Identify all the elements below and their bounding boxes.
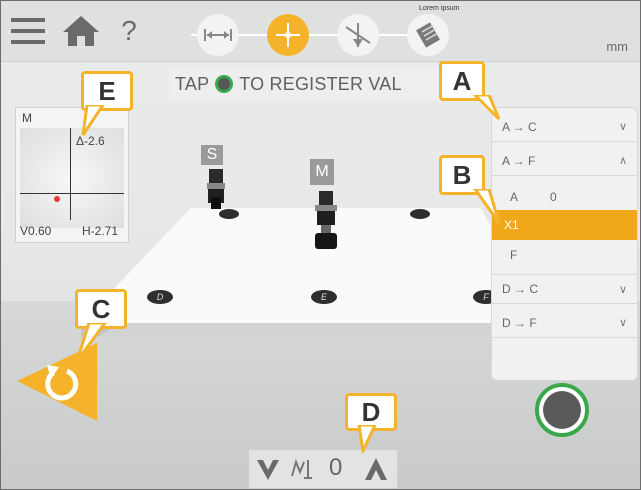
stepper-value: 0 [329, 454, 343, 481]
panel-row-label: D → F [502, 315, 537, 330]
panel-row-d-f[interactable]: D → F ∨ [492, 308, 637, 338]
panel-subrow-x1[interactable]: X1 [492, 210, 637, 240]
minimap-horizontal-axis [20, 193, 124, 194]
callout-e-pointer [81, 105, 105, 136]
disc-e: E [311, 290, 337, 304]
disc-back-left [219, 209, 239, 219]
increase-arrow-icon[interactable] [365, 458, 387, 480]
callout-a-pointer [472, 95, 501, 121]
panel-row-d-c[interactable]: D → C ∨ [492, 274, 637, 304]
panel-row-a-f[interactable]: A → F ∧ [492, 146, 637, 176]
callout-b-pointer [473, 189, 501, 224]
panel-subrow-a[interactable]: A 0 [492, 182, 637, 212]
minimap-label: M [22, 111, 32, 125]
minimap-plot [20, 128, 124, 228]
register-dot-icon [215, 75, 234, 93]
banner-prefix: TAP [175, 73, 210, 94]
sensor-m [315, 191, 337, 249]
decrease-arrow-icon[interactable] [257, 460, 279, 480]
minimap-position-dot [54, 196, 60, 202]
chevron-down-icon: ∨ [618, 121, 627, 133]
chevron-up-icon: ∧ [618, 155, 627, 167]
measurement-panel: A → C ∨ A → F ∧ A 0 X1 F D → C ∨ D → F ∨ [491, 107, 638, 381]
disc-back-right [410, 209, 430, 219]
panel-subrow-f[interactable]: F [492, 240, 637, 270]
chevron-down-icon: ∨ [618, 317, 627, 329]
value-stepper: 0 [248, 449, 398, 489]
shim-icon [291, 458, 312, 479]
sensor-s-label: S [201, 145, 223, 165]
minimap-v-value: V0.60 [20, 224, 52, 238]
panel-row-a-c[interactable]: A → C ∨ [492, 112, 637, 142]
callout-d-pointer [357, 425, 377, 453]
sensor-s [207, 169, 225, 209]
banner-suffix: TO REGISTER VAL [239, 73, 402, 94]
panel-subrow-label: A [510, 190, 519, 204]
target-minimap: M Δ-2.6 V0.60 H-2.71 [15, 107, 129, 243]
panel-subrow-label: X1 [504, 218, 519, 232]
minimap-h-value: H-2.71 [82, 224, 119, 238]
callout-c-pointer [75, 323, 107, 362]
disc-d: D [147, 290, 173, 304]
register-button-core [543, 391, 581, 429]
panel-row-label: A → C [502, 119, 537, 134]
minimap-vertical-axis [70, 128, 71, 220]
sensor-m-label: M [310, 159, 334, 185]
panel-row-label: D → C [502, 282, 538, 296]
panel-subrow-label: F [510, 248, 518, 262]
panel-subrow-value: 0 [550, 190, 557, 204]
app-frame: ? Lorem ipsum mm S M D E F TAP TO REGIST… [0, 0, 641, 490]
panel-row-label: A → F [502, 153, 536, 168]
chevron-down-icon: ∨ [618, 283, 627, 296]
register-hint-banner: TAP TO REGISTER VAL [169, 67, 459, 101]
register-value-button[interactable] [535, 383, 589, 437]
